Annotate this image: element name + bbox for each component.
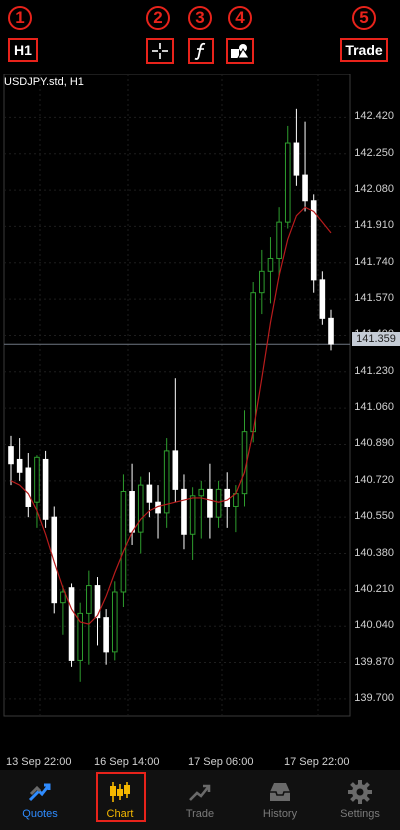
quotes-icon	[28, 783, 51, 802]
y-axis-label: 140.550	[354, 510, 394, 523]
tab-settings[interactable]: Settings	[320, 770, 400, 830]
candle-body	[250, 292, 256, 433]
gear-icon	[348, 780, 372, 804]
bottom-tab-bar: Quotes Chart Trade History Settings	[0, 770, 400, 830]
candle-body	[302, 174, 308, 202]
candle-body	[60, 591, 66, 604]
annotation-marker-5: 5	[352, 6, 376, 30]
candlestick-chart[interactable]	[0, 74, 400, 770]
trade-button[interactable]: Trade	[340, 38, 388, 62]
crosshair-button[interactable]	[146, 38, 174, 64]
y-axis-label: 141.910	[354, 219, 394, 232]
candle-body	[120, 491, 127, 593]
candle-body	[328, 317, 334, 345]
y-axis-label: 140.040	[354, 619, 394, 632]
candle-body	[25, 467, 32, 507]
x-axis-label: 17 Sep 22:00	[284, 756, 350, 768]
x-axis-label: 16 Sep 14:00	[94, 756, 160, 768]
symbol-label: USDJPY.std, H1	[4, 76, 84, 88]
annotation-marker-4: 4	[228, 6, 252, 30]
y-axis-label: 141.060	[354, 401, 394, 414]
candle-body	[284, 142, 291, 223]
y-axis-label: 140.210	[354, 582, 394, 595]
candle-body	[16, 458, 23, 473]
tab-history-label: History	[262, 808, 298, 820]
y-axis-label: 139.870	[354, 655, 394, 668]
moving-average-line	[10, 206, 332, 625]
function-icon	[194, 42, 206, 60]
annotation-marker-3: 3	[188, 6, 212, 30]
current-price-tag: 141.359	[352, 332, 400, 346]
y-axis-label: 142.420	[354, 110, 394, 123]
candle-body	[86, 585, 92, 614]
shapes-icon	[231, 44, 250, 59]
y-axis-label: 142.250	[354, 146, 394, 159]
candle-body	[51, 516, 58, 604]
y-axis-label: 140.380	[354, 546, 394, 559]
chart-toolbar: 1 H1 2 3 4 5 Trade	[0, 0, 400, 74]
chart-tab-highlight	[96, 772, 146, 822]
annotation-marker-1: 1	[8, 6, 32, 30]
candle-body	[259, 270, 265, 294]
candle-body	[207, 488, 213, 518]
candle-body	[172, 450, 179, 490]
y-axis-label: 142.080	[354, 183, 394, 196]
candle-body	[224, 488, 231, 507]
price-chart[interactable]	[0, 74, 400, 770]
y-axis-label: 141.230	[354, 364, 394, 377]
candle-body	[103, 617, 109, 653]
candle-body	[319, 279, 326, 319]
tab-settings-label: Settings	[340, 808, 380, 820]
candle-body	[137, 484, 144, 533]
candle-body	[146, 484, 153, 503]
trade-icon	[189, 784, 211, 801]
tab-trade[interactable]: Trade	[160, 770, 240, 830]
candle-body	[181, 488, 187, 535]
y-axis-label: 140.720	[354, 473, 394, 486]
x-axis-label: 17 Sep 06:00	[188, 756, 254, 768]
x-axis-label: 13 Sep 22:00	[6, 756, 72, 768]
candle-body	[215, 488, 222, 518]
y-axis-label: 141.570	[354, 292, 394, 305]
tab-trade-label: Trade	[185, 808, 215, 820]
tab-history[interactable]: History	[240, 770, 320, 830]
candle-body	[42, 458, 49, 520]
indicators-button[interactable]	[188, 38, 214, 64]
candle-body	[129, 491, 135, 533]
candle-body	[198, 488, 205, 497]
objects-button[interactable]	[226, 38, 254, 64]
candle-body	[276, 221, 282, 259]
inbox-icon	[270, 783, 290, 801]
y-axis-label: 139.700	[354, 691, 394, 704]
y-axis-label: 140.890	[354, 437, 394, 450]
candle-body	[68, 587, 75, 661]
candle-body	[293, 142, 300, 176]
candle-body	[111, 591, 118, 653]
tab-quotes-label: Quotes	[22, 808, 58, 820]
annotation-marker-2: 2	[146, 6, 170, 30]
crosshair-icon	[152, 43, 168, 59]
candle-body	[34, 456, 40, 503]
timeframe-button[interactable]: H1	[8, 38, 38, 62]
candle-body	[189, 495, 196, 535]
tab-quotes[interactable]: Quotes	[0, 770, 80, 830]
candle-body	[8, 446, 14, 465]
candle-body	[267, 257, 274, 272]
y-axis-label: 141.740	[354, 255, 394, 268]
